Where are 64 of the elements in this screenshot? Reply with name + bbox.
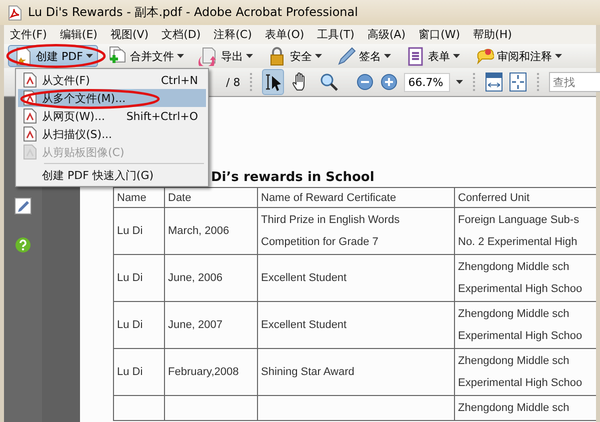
toolbar-button[interactable]: 表单 [400,45,465,67]
menu-item[interactable]: 文档(D) [162,27,201,42]
column-header: Name of Reward Certificate [258,188,454,208]
menu-item[interactable]: 高级(A) [367,27,406,42]
zoom-in-icon[interactable] [380,73,398,91]
toolbar-button[interactable]: 安全 [262,45,327,67]
fit-width-icon[interactable] [485,72,504,92]
document-title: Di’s rewards in School [211,169,374,187]
pen-icon[interactable] [14,197,32,215]
menu-item[interactable]: 视图(V) [110,27,149,42]
column-header: Name [114,188,164,208]
caret-icon[interactable] [456,80,464,84]
menu-item[interactable]: 帮助(H) [473,27,512,42]
column-header: Conferred Unit [454,188,596,208]
menu-item[interactable]: 工具(T) [317,27,354,42]
menu-item[interactable]: 从文件(F) Ctrl+N [18,71,206,89]
caret-icon [314,54,322,58]
toolbar-button[interactable]: 签名 [330,45,396,67]
table-cell: Shining Star Award [258,348,454,396]
pdf-file-icon [8,4,22,20]
column-header: Date [164,188,258,208]
table-cell: Lu Di [114,208,164,254]
table-cell: March, 2006 [164,208,258,254]
caret-icon [452,54,460,58]
menu-item[interactable]: 表单(O) [264,27,304,42]
search-field[interactable]: 查找 [549,72,600,92]
table-cell: Excellent Student [258,302,454,348]
caret-icon [554,54,562,58]
table-cell: Excellent Student [258,254,454,302]
page-count: / 8 [226,76,240,88]
document-icon [23,108,37,124]
caret-icon [176,54,184,58]
fit-page-icon[interactable] [509,72,528,92]
table-cell: Lu Di [114,348,164,396]
menu-item[interactable]: 窗口(W) [418,27,460,42]
tool-button[interactable] [262,69,284,95]
table-cell: Third Prize in English Words Competition for Grade 7 [258,208,454,254]
menu-item[interactable]: 编辑(E) [60,27,98,42]
select-cursor-icon [263,72,284,92]
menu-item[interactable]: 从扫描仪(S)... [18,125,206,143]
caret-icon [86,54,93,58]
window-title: Lu Di's Rewards - 副本.pdf - Adobe Acrobat Professional [28,4,358,21]
menu-item[interactable]: 文件(F) [10,27,47,42]
toolbar-button[interactable]: 合并文件 [102,45,189,67]
toolbar-button[interactable]: 审阅和注释 [468,45,567,67]
table-cell: June, 2006 [164,254,258,302]
menu-item[interactable]: 从网页(W)... Shift+Ctrl+O [18,107,206,125]
zoom-field[interactable]: 66.7% [404,72,450,92]
document-icon [23,72,37,88]
table-cell: Lu Di [114,254,164,302]
menu-item[interactable]: 注释(C) [214,27,252,42]
zoom-out-icon[interactable] [356,73,374,91]
caret-icon [384,54,391,58]
table-cell: February,2008 [164,348,258,396]
caret-icon [246,54,253,58]
help-icon[interactable] [15,237,31,253]
table-cell: Lu Di [114,302,164,348]
document-icon [23,126,37,142]
pen-icon [336,46,356,66]
table-cell: June, 2007 [164,302,258,348]
document-icon [23,144,37,160]
documents-plus-icon [106,46,127,66]
menu-item[interactable]: 创建 PDF 快速入门(G) [18,166,206,184]
magnifier-icon [319,72,340,92]
